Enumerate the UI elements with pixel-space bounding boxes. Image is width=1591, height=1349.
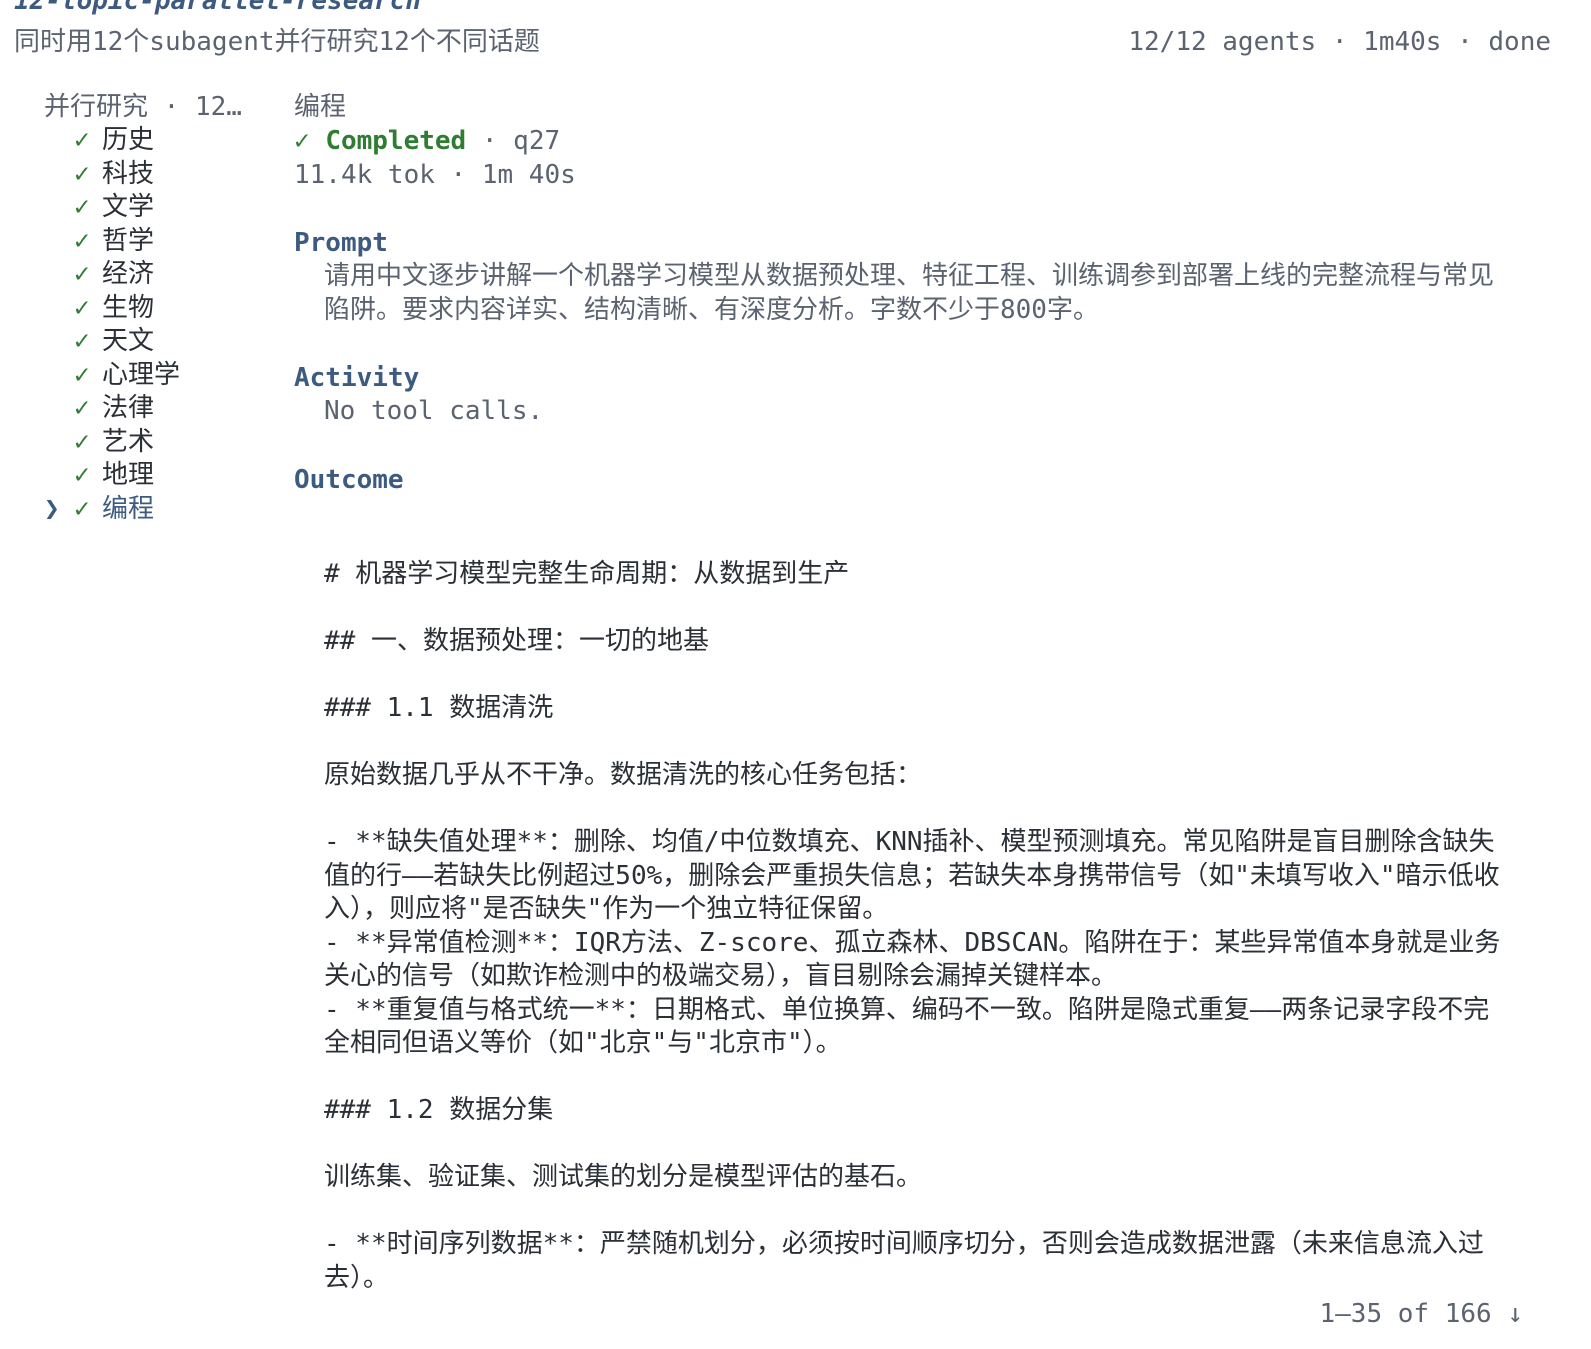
outcome-heading: Outcome <box>294 464 404 495</box>
sidebar-item-astronomy[interactable]: ✓ 天文 <box>44 325 274 359</box>
check-icon: ✓ <box>74 158 90 189</box>
activity-text: No tool calls. <box>324 396 544 426</box>
check-icon: ✓ <box>74 326 90 356</box>
check-icon: ✓ <box>74 192 90 222</box>
check-icon: ✓ <box>294 126 310 156</box>
check-icon: ✓ <box>74 359 90 390</box>
sidebar-item-history[interactable]: ✓ 历史 <box>44 124 274 158</box>
outcome-line: - **异常值检测**：IQR方法、Z-score、孤立森林、DBSCAN。陷阱… <box>324 927 1501 992</box>
check-icon: ✓ <box>74 225 90 256</box>
check-icon: ✓ <box>74 125 90 155</box>
outcome-line: - **时间序列数据**：严禁随机划分，必须按时间顺序切分，否则会造成数据泄露（… <box>324 1229 1484 1293</box>
sidebar-item-art[interactable]: ✓ 艺术 <box>44 426 274 460</box>
status-line: ✓ Completed · q27 <box>294 124 1534 158</box>
outcome-line: 原始数据几乎从不干净。数据清洗的核心任务包括： <box>324 760 923 790</box>
prompt-heading: Prompt <box>294 228 388 258</box>
sidebar-item-label: 地理 <box>102 460 155 490</box>
sidebar-item-label: 艺术 <box>102 426 155 457</box>
sidebar-item-literature[interactable]: ✓ 文学 <box>44 191 274 225</box>
sidebar-item-psychology[interactable]: ✓ 心理学 <box>44 359 274 393</box>
run-title: 12-topic-parallel-research <box>14 0 421 16</box>
run-subtitle: 同时用12个subagent并行研究12个不同话题 <box>14 27 540 57</box>
sidebar-item-label: 编程 <box>102 493 155 524</box>
chevron-right-icon: ❯ <box>44 493 60 524</box>
run-status: 12/12 agents · 1m40s · done <box>1128 27 1551 57</box>
check-icon: ✓ <box>74 426 90 457</box>
outcome-line: ## 一、数据预处理：一切的地基 <box>324 626 709 656</box>
check-icon: ✓ <box>74 393 90 423</box>
check-icon: ✓ <box>74 259 90 289</box>
sidebar-item-label: 法律 <box>102 393 155 423</box>
outcome-line: 训练集、验证集、测试集的划分是模型评估的基石。 <box>324 1162 923 1192</box>
outcome-line: # 机器学习模型完整生命周期：从数据到生产 <box>324 559 850 589</box>
sidebar-item-label: 历史 <box>102 125 155 155</box>
token-stats: 11.4k tok · 1m 40s <box>294 160 576 190</box>
sidebar-item-biology[interactable]: ✓ 生物 <box>44 292 274 326</box>
pager-status: 1–35 of 166 ↓ <box>1319 1299 1524 1329</box>
sidebar-item-label: 科技 <box>102 158 155 189</box>
check-icon: ✓ <box>74 493 90 524</box>
sidebar-item-label: 经济 <box>102 259 155 289</box>
prompt-text: 请用中文逐步讲解一个机器学习模型从数据预处理、特征工程、训练调参到部署上线的完整… <box>324 261 1495 325</box>
outcome-markdown: # 机器学习模型完整生命周期：从数据到生产 ## 一、数据预处理：一切的地基 ###… <box>324 558 1514 1295</box>
agent-sidebar: 并行研究 · 12… ✓ 历史 ✓ 科技 ✓ 文学 ✓ 哲学 ✓ 经济 ✓ 生物… <box>44 90 274 526</box>
outcome-line: - **重复值与格式统一**：日期格式、单位换算、编码不一致。陷阱是隐式重复——… <box>324 994 1490 1059</box>
sidebar-item-label: 心理学 <box>102 359 181 390</box>
sidebar-item-label: 天文 <box>102 326 155 356</box>
check-icon: ✓ <box>74 292 90 323</box>
agent-detail-panel: 编程 ✓ Completed · q27 11.4k tok · 1m 40s … <box>294 90 1534 497</box>
sidebar-item-label: 文学 <box>102 192 155 222</box>
sidebar-item-label: 哲学 <box>102 225 155 256</box>
activity-heading: Activity <box>294 363 420 393</box>
sidebar-item-economics[interactable]: ✓ 经济 <box>44 258 274 292</box>
sidebar-item-philosophy[interactable]: ✓ 哲学 <box>44 225 274 259</box>
sidebar-item-technology[interactable]: ✓ 科技 <box>44 158 274 192</box>
detail-title: 编程 <box>294 92 347 122</box>
sidebar-item-programming[interactable]: ❯ ✓ 编程 <box>44 493 274 527</box>
check-icon: ✓ <box>74 460 90 490</box>
queue-id: · q27 <box>466 126 561 156</box>
sidebar-heading: 并行研究 · 12… <box>44 92 242 122</box>
sidebar-item-geography[interactable]: ✓ 地理 <box>44 459 274 493</box>
sidebar-item-label: 生物 <box>102 292 155 323</box>
outcome-line: ### 1.1 数据清洗 <box>324 693 554 723</box>
sidebar-item-law[interactable]: ✓ 法律 <box>44 392 274 426</box>
status-badge: Completed <box>325 126 467 156</box>
outcome-line: ### 1.2 数据分集 <box>324 1095 554 1125</box>
outcome-line: - **缺失值处理**：删除、均值/中位数填充、KNN插补、模型预测填充。常见陷… <box>324 827 1500 924</box>
